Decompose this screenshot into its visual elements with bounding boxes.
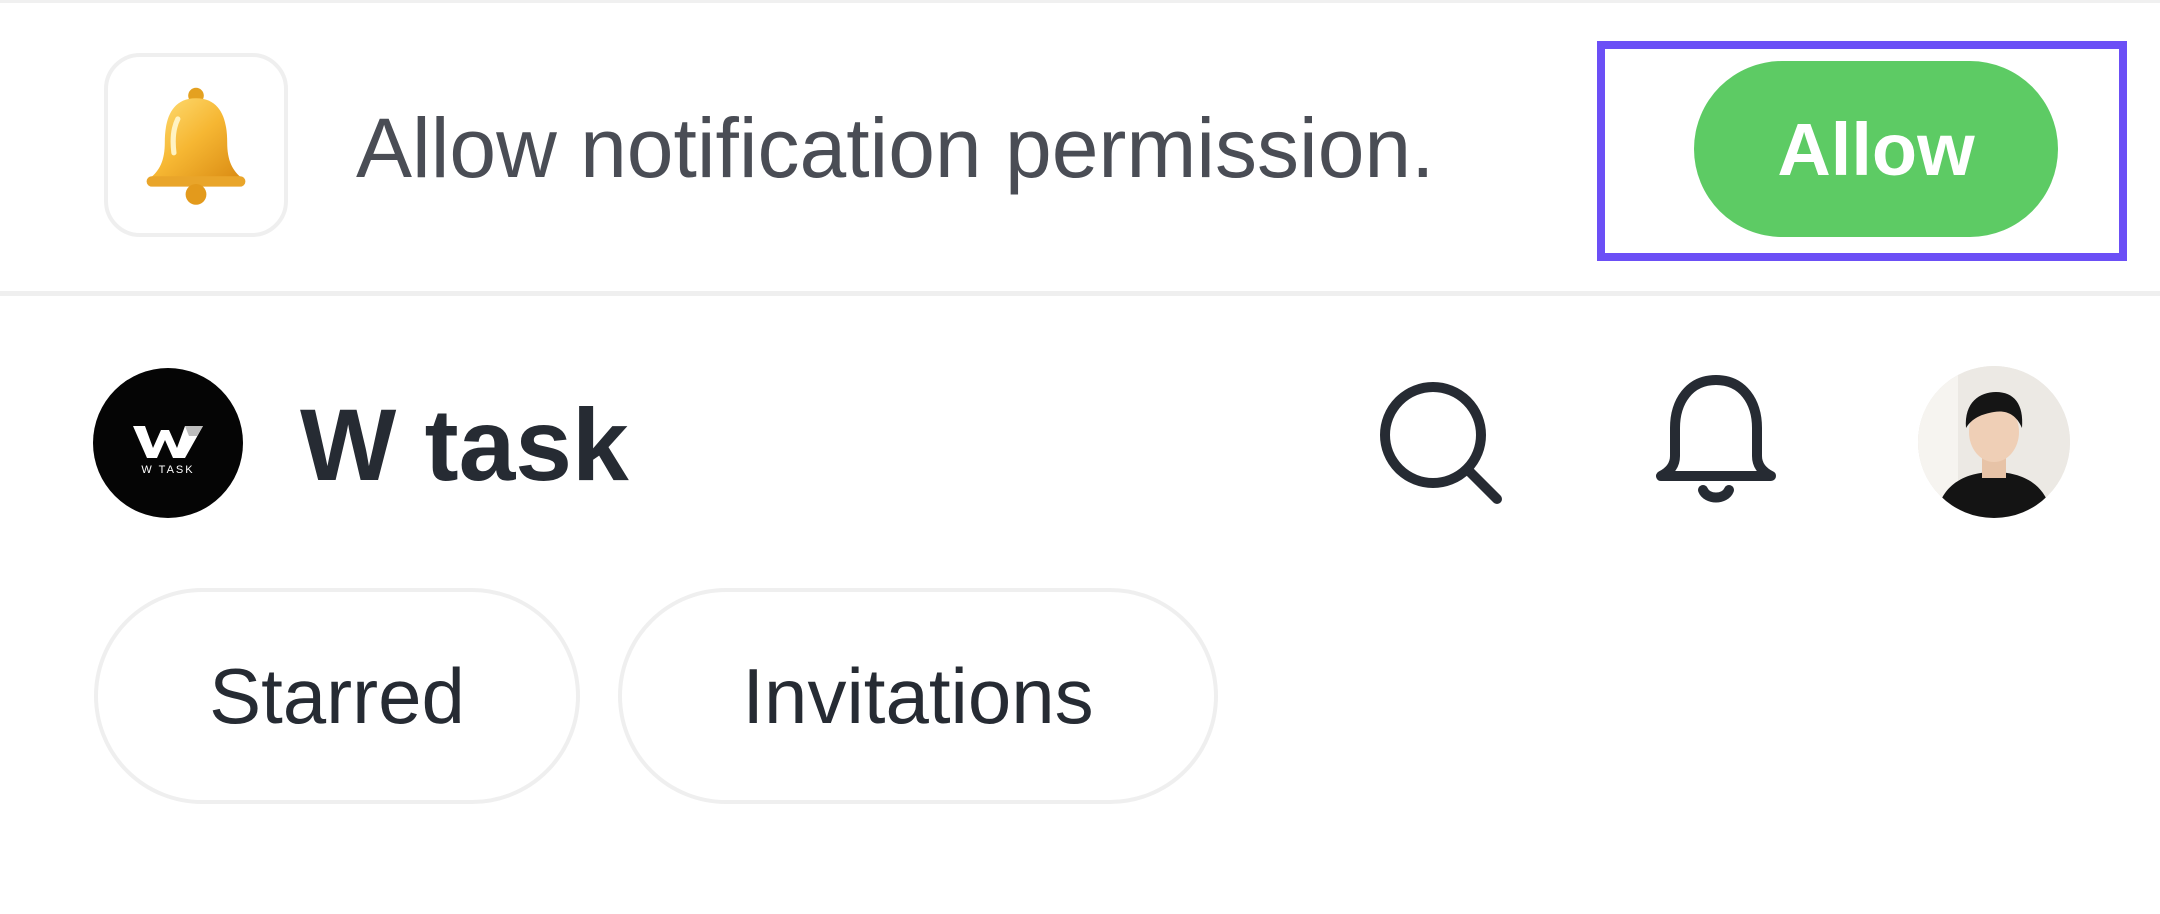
svg-text:W TASK: W TASK [141, 464, 194, 476]
allow-button[interactable]: Allow [1694, 61, 2058, 237]
user-avatar[interactable] [1918, 366, 2070, 518]
app-title: W task [300, 388, 629, 502]
chip-invitations[interactable]: Invitations [618, 588, 1218, 804]
page: Allow notification permission. Allow W T… [0, 0, 2160, 914]
bell-icon[interactable] [1646, 368, 1786, 516]
chip-starred[interactable]: Starred [94, 588, 580, 804]
banner-message: Allow notification permission. [356, 101, 1435, 195]
bell-emoji-icon [104, 53, 288, 237]
search-icon[interactable] [1370, 372, 1510, 512]
app-logo: W TASK [93, 368, 243, 518]
notification-permission-banner: Allow notification permission. Allow [0, 3, 2160, 296]
